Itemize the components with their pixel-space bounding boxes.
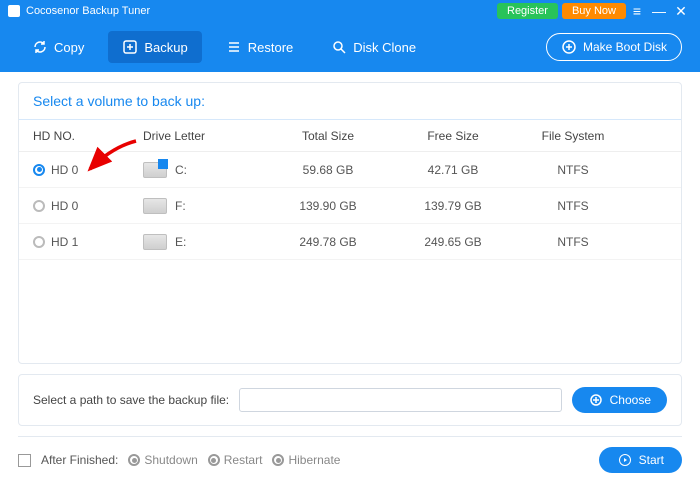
close-icon[interactable]: ✕ xyxy=(670,3,692,20)
drive-icon xyxy=(143,234,167,250)
path-label: Select a path to save the backup file: xyxy=(33,393,229,407)
total-cell: 59.68 GB xyxy=(263,163,393,177)
register-button[interactable]: Register xyxy=(497,3,558,19)
fs-cell: NTFS xyxy=(513,235,633,249)
hd-cell: HD 0 xyxy=(51,163,78,177)
copy-label: Copy xyxy=(54,40,84,55)
drive-icon xyxy=(143,198,167,214)
hd-cell: HD 0 xyxy=(51,199,78,213)
table-row[interactable]: HD 0 F: 139.90 GB139.79 GBNTFS xyxy=(19,188,681,224)
col-hdno: HD NO. xyxy=(33,129,143,143)
fs-cell: NTFS xyxy=(513,199,633,213)
free-cell: 139.79 GB xyxy=(393,199,513,213)
disk-clone-label: Disk Clone xyxy=(353,40,416,55)
backup-button[interactable]: Backup xyxy=(108,31,201,63)
plus-circle-icon xyxy=(561,39,577,55)
disk-clone-button[interactable]: Disk Clone xyxy=(317,31,430,63)
free-cell: 249.65 GB xyxy=(393,235,513,249)
radio-icon xyxy=(128,454,140,466)
table-header: HD NO. Drive Letter Total Size Free Size… xyxy=(19,120,681,152)
plus-circle-icon xyxy=(588,392,604,408)
restore-label: Restore xyxy=(248,40,294,55)
hd-cell: HD 1 xyxy=(51,235,78,249)
path-input[interactable] xyxy=(239,388,562,412)
list-icon xyxy=(226,39,242,55)
choose-label: Choose xyxy=(610,393,651,407)
footer: After Finished: Shutdown Restart Hiberna… xyxy=(18,436,682,473)
minimize-icon[interactable]: — xyxy=(648,3,670,19)
hibernate-option[interactable]: Hibernate xyxy=(272,453,340,467)
play-icon xyxy=(617,452,633,468)
drive-icon xyxy=(143,162,167,178)
plus-box-icon xyxy=(122,39,138,55)
fs-cell: NTFS xyxy=(513,163,633,177)
panel-title: Select a volume to back up: xyxy=(19,83,681,120)
row-radio[interactable] xyxy=(33,236,45,248)
col-total: Total Size xyxy=(263,129,393,143)
after-finished-checkbox[interactable] xyxy=(18,454,31,467)
row-radio[interactable] xyxy=(33,164,45,176)
col-free: Free Size xyxy=(393,129,513,143)
copy-button[interactable]: Copy xyxy=(18,31,98,63)
boot-disk-label: Make Boot Disk xyxy=(583,40,667,54)
total-cell: 249.78 GB xyxy=(263,235,393,249)
letter-cell: F: xyxy=(175,199,186,213)
table-row[interactable]: HD 1 E: 249.78 GB249.65 GBNTFS xyxy=(19,224,681,260)
app-logo-icon xyxy=(8,5,20,17)
total-cell: 139.90 GB xyxy=(263,199,393,213)
row-radio[interactable] xyxy=(33,200,45,212)
refresh-icon xyxy=(32,39,48,55)
main-toolbar: Copy Backup Restore Disk Clone Make Boot… xyxy=(0,22,700,72)
make-boot-disk-button[interactable]: Make Boot Disk xyxy=(546,33,682,61)
start-button[interactable]: Start xyxy=(599,447,682,473)
radio-icon xyxy=(272,454,284,466)
col-fs: File System xyxy=(513,129,633,143)
free-cell: 42.71 GB xyxy=(393,163,513,177)
restore-button[interactable]: Restore xyxy=(212,31,308,63)
menu-icon[interactable]: ≡ xyxy=(626,3,648,19)
table-row[interactable]: HD 0 C: 59.68 GB42.71 GBNTFS xyxy=(19,152,681,188)
choose-button[interactable]: Choose xyxy=(572,387,667,413)
col-letter: Drive Letter xyxy=(143,129,263,143)
titlebar: Cocosenor Backup Tuner Register Buy Now … xyxy=(0,0,700,22)
shutdown-option[interactable]: Shutdown xyxy=(128,453,197,467)
letter-cell: E: xyxy=(175,235,186,249)
volume-panel: Select a volume to back up: HD NO. Drive… xyxy=(18,82,682,364)
start-label: Start xyxy=(639,453,664,467)
buy-now-button[interactable]: Buy Now xyxy=(562,3,626,19)
after-finished-label: After Finished: xyxy=(41,453,118,467)
radio-icon xyxy=(208,454,220,466)
app-title: Cocosenor Backup Tuner xyxy=(26,5,150,17)
backup-label: Backup xyxy=(144,40,187,55)
restart-option[interactable]: Restart xyxy=(208,453,263,467)
search-icon xyxy=(331,39,347,55)
path-bar: Select a path to save the backup file: C… xyxy=(18,374,682,426)
letter-cell: C: xyxy=(175,163,187,177)
